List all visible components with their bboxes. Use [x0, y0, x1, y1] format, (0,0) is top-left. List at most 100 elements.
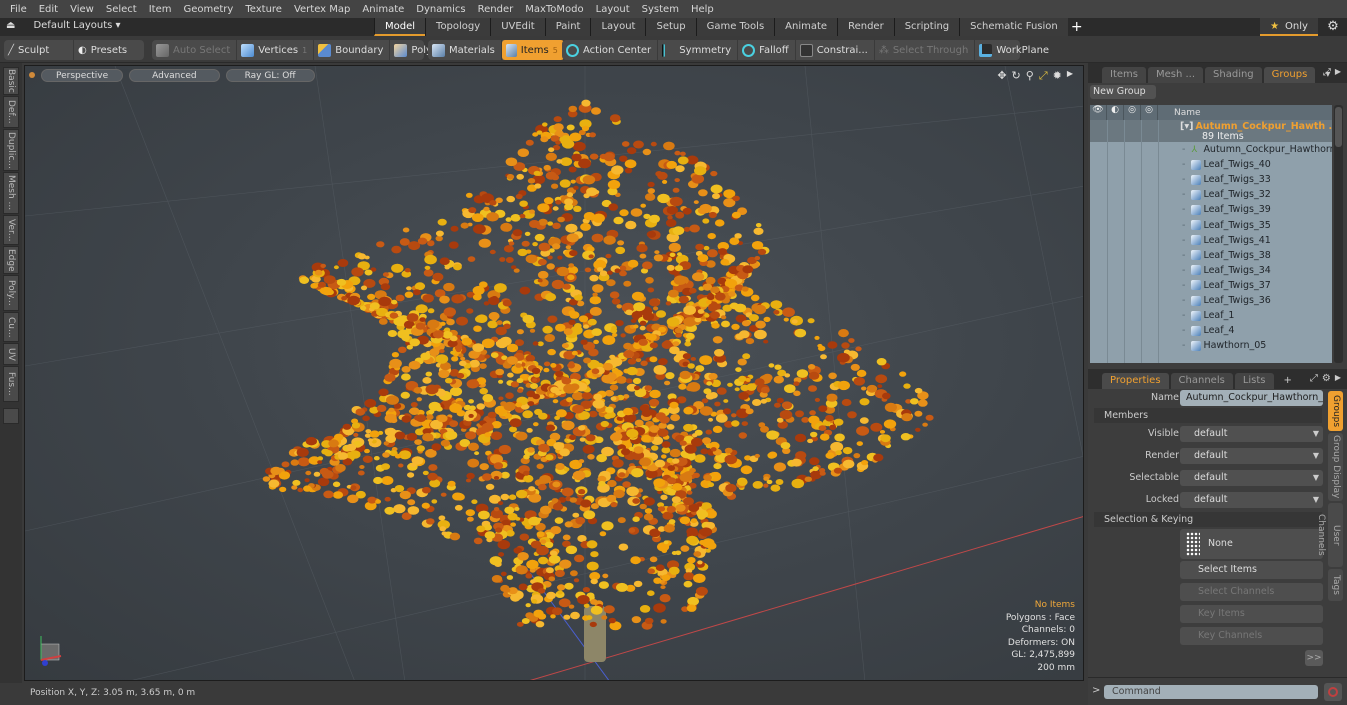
menu-maxtomodo[interactable]: MaxToModo — [519, 4, 589, 15]
tab-uv[interactable]: UV — [3, 343, 19, 365]
tab-vertex[interactable]: Ver... — [3, 215, 19, 245]
members-section[interactable]: Members — [1094, 408, 1322, 423]
tab-setup[interactable]: Setup — [645, 18, 696, 36]
tab-animate[interactable]: Animate — [774, 18, 838, 36]
sculpt-button[interactable]: ╱ Sculpt — [4, 40, 74, 60]
menu-file[interactable]: File — [4, 4, 33, 15]
lock-col-icon[interactable]: ◎ — [1141, 105, 1158, 120]
move-icon[interactable]: ✥ — [997, 69, 1006, 83]
visibility-col-icon[interactable]: 👁 — [1090, 105, 1107, 120]
command-input[interactable]: Command — [1104, 685, 1318, 699]
presets-button[interactable]: ◐ Presets — [74, 40, 133, 60]
add-tab-button[interactable]: + — [1276, 373, 1300, 389]
maximize-icon[interactable]: ⤢ — [1310, 373, 1318, 384]
menu-animate[interactable]: Animate — [356, 4, 410, 15]
tab-duplicate[interactable]: Duplic... — [3, 129, 19, 171]
falloff-button[interactable]: Falloff — [738, 40, 796, 60]
select-col-icon[interactable]: ◎ — [1124, 105, 1141, 120]
vertices-button[interactable]: Vertices 1 — [237, 40, 315, 60]
default-layouts-dropdown[interactable]: Default Layouts ▾ — [33, 20, 120, 31]
select-channels-button[interactable]: Select Channels — [1180, 583, 1323, 601]
groups-scrollbar[interactable] — [1334, 105, 1343, 363]
materials-button[interactable]: Materials — [428, 40, 502, 60]
upload-icon[interactable]: ⏏ — [6, 20, 15, 31]
list-item[interactable]: - Leaf_Twigs_35 — [1090, 218, 1332, 233]
list-item[interactable]: - Leaf_Twigs_38 — [1090, 248, 1332, 263]
list-item[interactable]: - Leaf_Twigs_32 — [1090, 187, 1332, 202]
tab-items[interactable]: Items — [1102, 67, 1146, 83]
list-item[interactable]: - Leaf_1 — [1090, 308, 1332, 323]
fit-icon[interactable]: ⤢ — [1039, 69, 1048, 83]
tab-scripting[interactable]: Scripting — [893, 18, 960, 36]
menu-dynamics[interactable]: Dynamics — [410, 4, 471, 15]
menu-system[interactable]: System — [636, 4, 685, 15]
list-item[interactable]: - Leaf_Twigs_34 — [1090, 263, 1332, 278]
settings-icon[interactable]: ✹ — [1053, 69, 1062, 83]
expand-arrow-icon[interactable]: ▶ — [1067, 69, 1073, 83]
list-item[interactable]: - Leaf_Twigs_41 — [1090, 233, 1332, 248]
raygl-toggle[interactable]: Ray GL: Off — [225, 68, 315, 82]
key-items-button[interactable]: Key Items — [1180, 605, 1323, 623]
view-mode-dropdown[interactable]: Perspective — [41, 68, 124, 82]
menu-geometry[interactable]: Geometry — [177, 4, 239, 15]
tab-paint[interactable]: Paint — [544, 18, 591, 36]
menu-help[interactable]: Help — [685, 4, 720, 15]
select-items-button[interactable]: Select Items — [1180, 561, 1323, 579]
tab-fusion[interactable]: Fus... — [3, 366, 19, 402]
menu-view[interactable]: View — [64, 4, 100, 15]
selection-keying-section[interactable]: Selection & Keying — [1094, 512, 1322, 527]
panel-arrow-icon[interactable]: ▶ — [1335, 373, 1341, 384]
tab-shading[interactable]: Shading — [1205, 67, 1262, 83]
action-center-button[interactable]: Action Center — [562, 40, 659, 60]
list-item[interactable]: - Leaf_Twigs_39 — [1090, 202, 1332, 217]
name-column-header[interactable]: Name — [1174, 108, 1201, 118]
list-item[interactable]: - Leaf_Twigs_40 — [1090, 157, 1332, 172]
tab-topology[interactable]: Topology — [425, 18, 491, 36]
constraints-button[interactable]: Constrai... — [796, 40, 875, 60]
new-group-button[interactable]: New Group — [1090, 85, 1156, 99]
maximize-icon[interactable]: ⤢ — [1323, 67, 1331, 78]
list-item[interactable]: - ⅄ Autumn_Cockpur_Hawthorn... — [1090, 142, 1332, 157]
tab-properties[interactable]: Properties — [1102, 373, 1169, 389]
side-tab-group-display[interactable]: Group Display — [1328, 433, 1343, 501]
tab-deform[interactable]: Def... — [3, 96, 19, 128]
tab-lists[interactable]: Lists — [1234, 373, 1274, 389]
tab-schematic-fusion[interactable]: Schematic Fusion — [959, 18, 1068, 36]
tab-layout[interactable]: Layout — [590, 18, 646, 36]
record-macro-button[interactable] — [1324, 683, 1342, 701]
tab-mesh[interactable]: Mesh ... — [1147, 67, 1204, 83]
tab-game-tools[interactable]: Game Tools — [695, 18, 775, 36]
tab-basic[interactable]: Basic — [3, 67, 19, 95]
side-tab-user-channels[interactable]: User Channels — [1316, 503, 1343, 567]
list-item[interactable]: - Leaf_Twigs_37 — [1090, 278, 1332, 293]
tab-edge[interactable]: Edge — [3, 246, 19, 274]
side-tab-tags[interactable]: Tags — [1328, 569, 1343, 601]
rotate-icon[interactable]: ↻ — [1012, 69, 1021, 83]
list-item[interactable]: - Hawthorn_05 — [1090, 338, 1332, 353]
selectable-dropdown[interactable]: default ▼ — [1180, 470, 1323, 486]
list-item[interactable]: - Leaf_Twigs_33 — [1090, 172, 1332, 187]
auto-select-button[interactable]: Auto Select — [152, 40, 238, 60]
select-through-button[interactable]: ⁂ Select Through — [875, 40, 976, 60]
tab-groups[interactable]: Groups — [1263, 67, 1316, 83]
tab-mesh[interactable]: Mesh ... — [3, 172, 19, 214]
side-tab-groups[interactable]: Groups — [1328, 391, 1343, 431]
none-button[interactable]: None — [1180, 529, 1323, 559]
symmetry-button[interactable]: Symmetry — [658, 40, 739, 60]
more-button[interactable]: >> — [1305, 650, 1323, 666]
add-tab-button[interactable]: + — [1068, 18, 1086, 36]
name-field[interactable]: Autumn_Cockpur_Hawthorn_with — [1180, 390, 1323, 406]
gear-icon[interactable]: ⚙ — [1322, 373, 1331, 384]
zoom-icon[interactable]: ⚲ — [1026, 69, 1034, 83]
tab-polygon[interactable]: Poly... — [3, 275, 19, 311]
boundary-button[interactable]: Boundary — [314, 40, 391, 60]
list-item[interactable]: - Leaf_Twigs_36 — [1090, 293, 1332, 308]
panel-arrow-icon[interactable]: ▶ — [1335, 67, 1341, 78]
menu-render[interactable]: Render — [472, 4, 520, 15]
workplane-button[interactable]: WorkPlane — [975, 40, 1055, 60]
items-button[interactable]: Items 5 — [501, 40, 564, 60]
tab-curve[interactable]: Cu... — [3, 312, 19, 342]
menu-texture[interactable]: Texture — [239, 4, 288, 15]
group-row[interactable]: [▾] Autumn_Cockpur_Hawth ... 89 Items — [1090, 120, 1332, 142]
tab-channels[interactable]: Channels — [1170, 373, 1233, 389]
